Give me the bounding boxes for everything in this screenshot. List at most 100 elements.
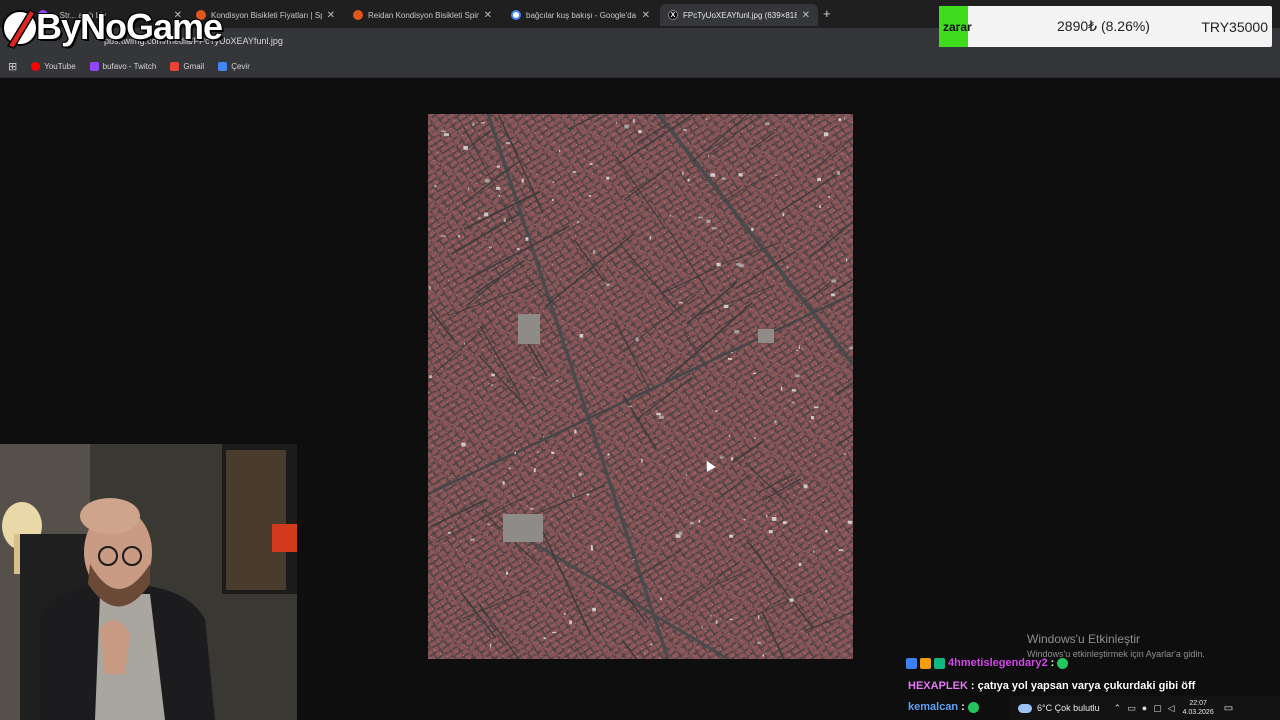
rooftop: [819, 205, 822, 208]
bookmark-label: bufavo - Twitch: [102, 62, 157, 71]
rooftop: [638, 130, 642, 134]
cloud-icon: [1018, 703, 1032, 713]
rooftop: [817, 177, 822, 181]
rooftop: [505, 142, 511, 144]
rooftop: [743, 518, 746, 521]
microphone-icon[interactable]: ●: [1142, 703, 1147, 714]
volume-icon[interactable]: ◁: [1168, 703, 1175, 714]
weather-widget[interactable]: 6°C Çok bulutlu: [1018, 703, 1100, 713]
shop-icon: [353, 10, 363, 20]
rooftop: [592, 250, 596, 254]
rooftop: [789, 598, 794, 602]
rooftop: [463, 342, 465, 345]
rooftop: [775, 174, 778, 176]
tab-google[interactable]: bağcılar kuş bakışı - Google'da ✕: [503, 4, 658, 26]
system-clock[interactable]: 22:07 4.03.2026: [1183, 699, 1214, 717]
close-tab-icon[interactable]: ✕: [327, 10, 335, 21]
rooftop: [766, 514, 768, 518]
tab-title: bağcılar kuş bakışı - Google'da: [526, 10, 637, 20]
close-tab-icon[interactable]: ✕: [484, 10, 492, 21]
rooftop: [844, 116, 846, 120]
bookmark-translate[interactable]: Çevir: [218, 62, 250, 71]
rooftop: [632, 119, 635, 123]
rooftop: [496, 186, 501, 190]
chat-message: HEXAPLEK : çatıya yol yapsan varya çukur…: [908, 680, 1195, 692]
rooftop: [847, 520, 853, 524]
rooftop: [685, 473, 688, 476]
close-tab-icon[interactable]: ✕: [802, 10, 810, 21]
badge-icon: [920, 657, 931, 669]
chat-username: HEXAPLEK: [908, 680, 968, 692]
apps-grid-icon[interactable]: ⊞: [8, 60, 17, 73]
rooftop: [798, 345, 800, 349]
rooftop: [791, 401, 795, 404]
rooftop: [576, 220, 580, 224]
rooftop: [635, 337, 639, 342]
bookmark-label: YouTube: [44, 62, 76, 71]
rooftop: [533, 377, 535, 379]
rooftop: [795, 349, 799, 351]
rooftop: [480, 122, 486, 124]
rooftop: [552, 631, 557, 634]
rooftop: [552, 181, 554, 183]
rooftop: [521, 178, 524, 183]
rooftop: [628, 405, 633, 408]
rooftop: [615, 121, 618, 124]
bookmark-label: Çevir: [231, 62, 250, 71]
rooftop: [656, 412, 661, 416]
rooftop: [624, 124, 629, 129]
rooftop: [489, 643, 492, 648]
chat-text: :: [961, 701, 965, 713]
tab-kondisyon-2[interactable]: Reidan Kondisyon Bisikleti Spin ✕: [345, 4, 500, 26]
rooftop: [736, 263, 742, 266]
rooftop: [490, 384, 494, 386]
rooftop: [533, 468, 536, 473]
rooftop: [606, 283, 610, 287]
bookmark-label: Gmail: [183, 62, 205, 71]
rooftop: [827, 196, 831, 198]
ticker-target: TRY35000: [1201, 18, 1268, 35]
gmail-icon: [170, 62, 180, 71]
rooftop: [701, 625, 703, 629]
network-icon[interactable]: ▢: [1153, 703, 1162, 714]
new-tab-button[interactable]: +: [823, 6, 831, 21]
rooftop: [710, 173, 716, 177]
taskbar-tray: 6°C Çok bulutlu ⌃ ▭ ● ▢ ◁ 22:07 4.03.202…: [1010, 696, 1280, 720]
chat-message: kemalcan :: [908, 701, 979, 713]
rooftop: [719, 456, 724, 459]
rooftop: [831, 293, 835, 297]
rooftop: [780, 386, 783, 391]
rooftop: [641, 458, 643, 463]
rooftop: [728, 434, 731, 437]
close-tab-icon[interactable]: ✕: [642, 10, 650, 21]
rooftop: [711, 227, 717, 230]
rooftop: [683, 129, 687, 131]
chevron-up-icon[interactable]: ⌃: [1114, 703, 1122, 714]
rooftop: [728, 358, 733, 360]
rooftop: [441, 130, 446, 133]
rooftop: [659, 597, 662, 601]
rooftop: [496, 165, 500, 168]
screen: { "browser": { "tabs": [ {"title": "o St…: [0, 0, 1280, 720]
display-icon[interactable]: ▭: [1127, 703, 1136, 714]
aerial-city-image[interactable]: [428, 114, 853, 659]
bookmark-twitch[interactable]: bufavo - Twitch: [89, 62, 157, 71]
rooftop: [592, 607, 596, 612]
rooftop: [607, 453, 610, 456]
bookmark-youtube[interactable]: YouTube: [31, 62, 76, 71]
rooftop: [569, 620, 572, 625]
rooftop: [831, 279, 836, 283]
rooftop: [715, 410, 718, 413]
rooftop: [753, 372, 757, 375]
translate-icon: [218, 62, 228, 71]
tab-title: FPcTyUoXEAYfunl.jpg (639×818: [683, 10, 797, 20]
rooftop: [715, 620, 718, 624]
rooftop: [682, 171, 684, 175]
rooftop: [463, 145, 468, 150]
bookmark-gmail[interactable]: Gmail: [170, 62, 204, 71]
rooftop: [434, 184, 437, 188]
tab-image-active[interactable]: X FPcTyUoXEAYfunl.jpg (639×818 ✕: [660, 4, 818, 26]
rooftop: [537, 451, 539, 453]
notification-icon[interactable]: ▭: [1224, 703, 1233, 714]
rooftop: [530, 507, 534, 510]
